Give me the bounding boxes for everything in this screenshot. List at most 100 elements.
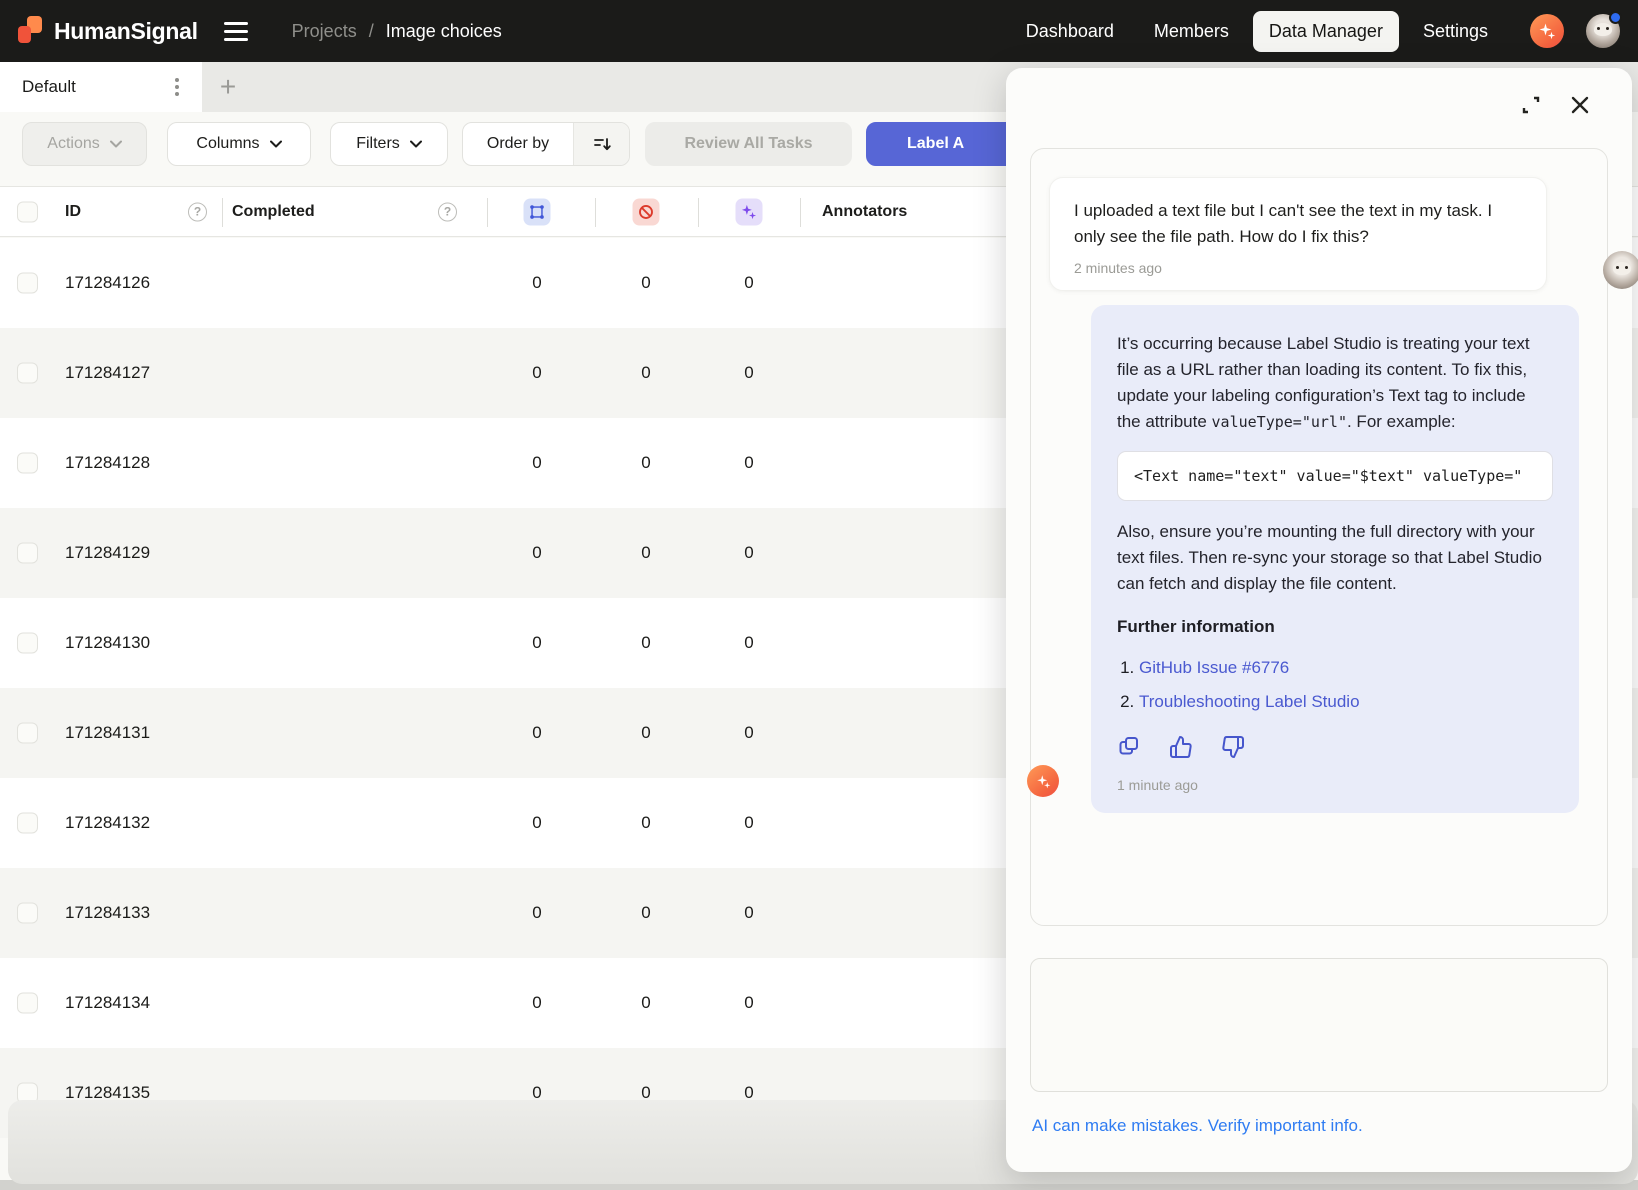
bounding-box-icon	[529, 203, 546, 220]
cancelled-count-cell: 0	[641, 453, 650, 473]
column-header-annotators[interactable]: Annotators	[822, 203, 907, 221]
annotations-count-cell: 0	[532, 903, 541, 923]
humansignal-logo-icon	[18, 16, 44, 46]
sparkle-icon	[1036, 774, 1051, 789]
row-checkbox[interactable]	[17, 903, 38, 924]
thumbs-down-button[interactable]	[1221, 735, 1245, 759]
task-id-cell: 171284128	[65, 453, 150, 473]
task-id-cell: 171284129	[65, 543, 150, 563]
column-header-completed[interactable]: Completed	[232, 203, 315, 221]
chat-messages-container: I uploaded a text file but I can't see t…	[1030, 148, 1608, 926]
thumbs-down-icon	[1221, 735, 1245, 759]
predictions-count-cell: 0	[744, 813, 753, 833]
nav-links: Dashboard Members Data Manager Settings	[1010, 11, 1620, 52]
row-checkbox[interactable]	[17, 633, 38, 654]
row-checkbox[interactable]	[17, 273, 38, 294]
humansignal-logo[interactable]: HumanSignal	[18, 16, 198, 46]
hamburger-menu-icon[interactable]	[224, 16, 254, 46]
column-divider[interactable]	[487, 198, 488, 227]
column-divider[interactable]	[222, 198, 223, 227]
user-message-timestamp: 2 minutes ago	[1074, 260, 1522, 276]
order-by-label[interactable]: Order by	[463, 123, 573, 165]
annotations-count-cell: 0	[532, 543, 541, 563]
user-message-avatar	[1603, 251, 1638, 289]
expand-icon	[1518, 92, 1544, 118]
nav-dashboard[interactable]: Dashboard	[1010, 11, 1130, 52]
task-id-cell: 171284126	[65, 273, 150, 293]
ai-message-bubble: It’s occurring because Label Studio is t…	[1091, 305, 1579, 813]
tab-options-kebab-icon[interactable]	[166, 76, 188, 98]
avatar-image	[1613, 262, 1631, 275]
ai-message-paragraph-1: It’s occurring because Label Studio is t…	[1117, 331, 1553, 435]
ai-message-timestamp: 1 minute ago	[1117, 777, 1553, 793]
row-checkbox[interactable]	[17, 543, 38, 564]
actions-label: Actions	[47, 135, 99, 153]
order-by-control[interactable]: Order by	[462, 122, 630, 166]
review-all-tasks-button[interactable]: Review All Tasks	[645, 122, 852, 166]
ai-assistant-button[interactable]	[1530, 14, 1564, 48]
github-issue-link[interactable]: GitHub Issue #6776	[1139, 658, 1289, 677]
online-status-dot	[1609, 11, 1622, 24]
sort-direction-button[interactable]	[573, 123, 629, 165]
column-header-id[interactable]: ID	[65, 203, 81, 221]
cancelled-annotations-column-icon[interactable]	[633, 198, 660, 225]
ai-disclaimer-link[interactable]: AI can make mistakes. Verify important i…	[1032, 1116, 1363, 1136]
cancelled-count-cell: 0	[641, 993, 650, 1013]
row-checkbox[interactable]	[17, 723, 38, 744]
copy-button[interactable]	[1117, 735, 1141, 759]
column-divider[interactable]	[698, 198, 699, 227]
column-divider[interactable]	[800, 198, 801, 227]
nav-settings[interactable]: Settings	[1407, 11, 1504, 52]
predictions-count-cell: 0	[744, 633, 753, 653]
task-id-cell: 171284133	[65, 903, 150, 923]
ai-text: . For example:	[1347, 412, 1456, 431]
row-checkbox[interactable]	[17, 993, 38, 1014]
select-all-checkbox[interactable]	[17, 201, 38, 222]
top-navigation: HumanSignal Projects / Image choices Das…	[0, 0, 1638, 62]
row-checkbox[interactable]	[17, 453, 38, 474]
list-item: GitHub Issue #6776	[1139, 651, 1553, 685]
chat-message-input[interactable]	[1030, 958, 1608, 1092]
predictions-count-cell: 0	[744, 363, 753, 383]
column-divider[interactable]	[595, 198, 596, 227]
no-entry-icon	[638, 203, 655, 220]
user-avatar[interactable]	[1586, 14, 1620, 48]
thumbs-up-button[interactable]	[1169, 735, 1193, 759]
actions-dropdown[interactable]: Actions	[22, 122, 147, 166]
avatar-image	[1594, 23, 1612, 36]
breadcrumb-separator: /	[369, 21, 374, 42]
cancelled-count-cell: 0	[641, 723, 650, 743]
breadcrumb-projects[interactable]: Projects	[292, 21, 357, 42]
row-checkbox[interactable]	[17, 813, 38, 834]
annotations-count-column-icon[interactable]	[524, 198, 551, 225]
task-id-cell: 171284134	[65, 993, 150, 1013]
cancelled-count-cell: 0	[641, 813, 650, 833]
predictions-count-cell: 0	[744, 903, 753, 923]
close-panel-button[interactable]	[1566, 91, 1594, 119]
ai-message-avatar	[1027, 765, 1059, 797]
id-help-icon[interactable]: ?	[188, 202, 207, 221]
completed-help-icon[interactable]: ?	[438, 202, 457, 221]
task-id-cell: 171284131	[65, 723, 150, 743]
user-message-bubble: I uploaded a text file but I can't see t…	[1049, 177, 1547, 291]
nav-members[interactable]: Members	[1138, 11, 1245, 52]
chevron-down-icon	[270, 140, 282, 148]
expand-panel-button[interactable]	[1518, 92, 1544, 118]
sort-icon	[592, 134, 612, 154]
predictions-count-cell: 0	[744, 453, 753, 473]
columns-dropdown[interactable]: Columns	[167, 122, 311, 166]
tab-default[interactable]: Default	[0, 62, 202, 112]
row-checkbox[interactable]	[17, 363, 38, 384]
predictions-column-icon[interactable]	[736, 198, 763, 225]
annotations-count-cell: 0	[532, 273, 541, 293]
troubleshooting-link[interactable]: Troubleshooting Label Studio	[1139, 692, 1360, 711]
thumbs-up-icon	[1169, 735, 1193, 759]
code-block[interactable]: <Text name="text" value="$text" valueTyp…	[1117, 451, 1553, 501]
add-view-button[interactable]: +	[202, 62, 254, 112]
filters-label: Filters	[356, 135, 400, 153]
filters-dropdown[interactable]: Filters	[330, 122, 448, 166]
chevron-down-icon	[410, 140, 422, 148]
sparkles-icon	[741, 203, 758, 220]
nav-data-manager[interactable]: Data Manager	[1253, 11, 1399, 52]
predictions-count-cell: 0	[744, 993, 753, 1013]
